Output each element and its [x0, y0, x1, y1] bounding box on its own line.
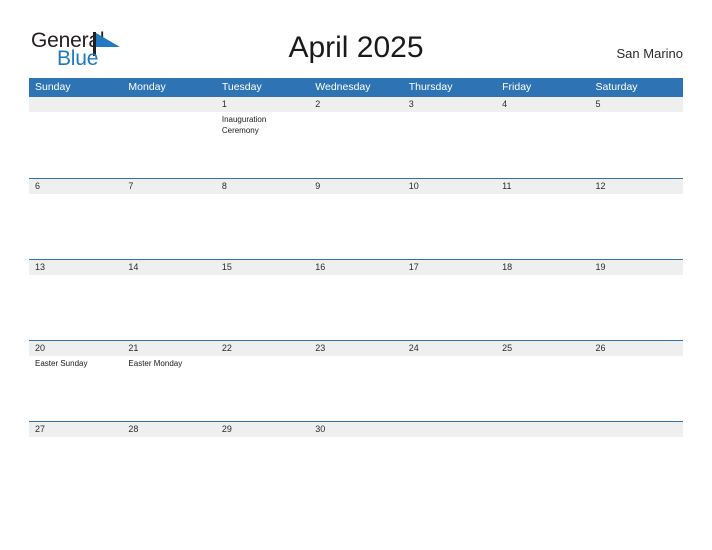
calendar-week-row: 1 Inauguration Ceremony 2 3 4 5: [29, 97, 683, 178]
day-number: 11: [496, 179, 590, 194]
location-label: San Marino: [616, 46, 683, 61]
calendar-day-cell[interactable]: 20 Easter Sunday: [29, 341, 123, 421]
day-number: 1: [215, 97, 310, 112]
calendar-day-cell[interactable]: 8: [215, 179, 310, 259]
day-number: 16: [309, 260, 403, 275]
weekday-header-tuesday: Tuesday: [221, 81, 262, 93]
calendar-page: General Blue April 2025 San Marino Sunda…: [0, 0, 712, 550]
calendar-day-cell[interactable]: 4: [496, 97, 590, 178]
day-number: 26: [589, 341, 683, 356]
calendar-day-cell[interactable]: 10: [402, 179, 497, 259]
calendar-day-cell[interactable]: 3: [402, 97, 497, 178]
day-number: [496, 422, 590, 437]
day-number: 10: [402, 179, 497, 194]
day-number: 12: [589, 179, 683, 194]
calendar-day-cell-empty: [496, 422, 590, 442]
day-number: [122, 97, 216, 112]
calendar-week-row: 20 Easter Sunday 21 Easter Monday 22 23 24 25 26: [29, 340, 683, 421]
calendar-day-cell[interactable]: 1 Inauguration Ceremony: [215, 97, 310, 178]
day-number: 24: [402, 341, 497, 356]
day-number: 13: [29, 260, 123, 275]
calendar-day-cell[interactable]: 14: [122, 260, 216, 340]
day-number: 3: [402, 97, 497, 112]
event-label: Easter Sunday: [35, 359, 88, 368]
calendar-day-cell[interactable]: 9: [309, 179, 403, 259]
calendar-day-cell[interactable]: 17: [402, 260, 497, 340]
calendar-day-cell[interactable]: 16: [309, 260, 403, 340]
day-number: 2: [309, 97, 403, 112]
calendar-day-cell[interactable]: 18: [496, 260, 590, 340]
calendar-day-cell[interactable]: 28: [122, 422, 216, 442]
day-number: [29, 97, 123, 112]
day-number: [589, 422, 683, 437]
calendar-day-cell[interactable]: 23: [309, 341, 403, 421]
calendar-grid: Sunday Monday Tuesday Wednesday Thursday…: [29, 78, 683, 442]
calendar-day-cell[interactable]: 27: [29, 422, 123, 442]
day-number: 7: [122, 179, 216, 194]
day-number: 9: [309, 179, 403, 194]
day-number: [402, 422, 497, 437]
calendar-day-cell-empty: [402, 422, 497, 442]
calendar-day-cell[interactable]: 15: [215, 260, 310, 340]
page-header: General Blue April 2025 San Marino: [0, 0, 712, 78]
weekday-header-saturday: Saturday: [595, 81, 638, 93]
calendar-day-cell[interactable]: 21 Easter Monday: [122, 341, 216, 421]
day-number: 15: [215, 260, 310, 275]
calendar-day-cell[interactable]: 19: [589, 260, 683, 340]
calendar-day-cell[interactable]: 26: [589, 341, 683, 421]
day-number: 17: [402, 260, 497, 275]
calendar-day-cell[interactable]: 6: [29, 179, 123, 259]
calendar-day-cell[interactable]: 24: [402, 341, 497, 421]
day-number: 30: [309, 422, 403, 437]
event-label: Inauguration Ceremony: [221, 115, 267, 135]
day-number: 18: [496, 260, 590, 275]
calendar-day-cell[interactable]: 7: [122, 179, 216, 259]
weekday-header-sunday: Sunday: [35, 81, 71, 93]
calendar-week-row: 6 7 8 9 10 11 12: [29, 178, 683, 259]
weekday-header-thursday: Thursday: [408, 81, 453, 93]
calendar-day-cell[interactable]: 12: [589, 179, 683, 259]
calendar-day-cell-empty: [29, 97, 123, 178]
day-number: 20: [29, 341, 123, 356]
day-events: Easter Sunday: [29, 356, 122, 370]
day-number: 21: [122, 341, 216, 356]
calendar-day-cell[interactable]: 25: [496, 341, 590, 421]
day-number: 8: [215, 179, 310, 194]
day-number: 27: [29, 422, 123, 437]
day-number: 5: [589, 97, 683, 112]
calendar-week-row: 13 14 15 16 17 18 19: [29, 259, 683, 340]
day-number: 25: [496, 341, 590, 356]
calendar-day-cell[interactable]: 29: [215, 422, 310, 442]
weekday-header-wednesday: Wednesday: [315, 81, 371, 93]
calendar-day-cell[interactable]: 11: [496, 179, 590, 259]
calendar-week-row: 27 28 29 30: [29, 421, 683, 442]
calendar-day-cell[interactable]: 13: [29, 260, 123, 340]
day-number: 29: [215, 422, 310, 437]
calendar-day-cell[interactable]: 5: [589, 97, 683, 178]
calendar-day-cell[interactable]: 22: [215, 341, 310, 421]
day-number: 22: [215, 341, 310, 356]
day-number: 28: [122, 422, 216, 437]
weekday-header-monday: Monday: [128, 81, 166, 93]
calendar-weeks: 1 Inauguration Ceremony 2 3 4 5 6 7 8 9 10 11 12 13 14…: [29, 97, 683, 442]
calendar-day-cell-empty: [589, 422, 683, 442]
calendar-day-cell-empty: [122, 97, 216, 178]
calendar-day-cell[interactable]: 2: [309, 97, 403, 178]
day-events: Inauguration Ceremony: [216, 112, 309, 136]
event-label: Easter Monday: [128, 359, 183, 368]
calendar-day-cell[interactable]: 30: [309, 422, 403, 442]
weekday-header-row: Sunday Monday Tuesday Wednesday Thursday…: [29, 78, 683, 97]
day-number: 14: [122, 260, 216, 275]
page-title: April 2025: [288, 31, 424, 64]
day-number: 19: [589, 260, 683, 275]
day-number: 23: [309, 341, 403, 356]
day-number: 4: [496, 97, 590, 112]
day-number: 6: [29, 179, 123, 194]
day-events: Easter Monday: [122, 356, 215, 370]
weekday-header-friday: Friday: [502, 81, 532, 93]
